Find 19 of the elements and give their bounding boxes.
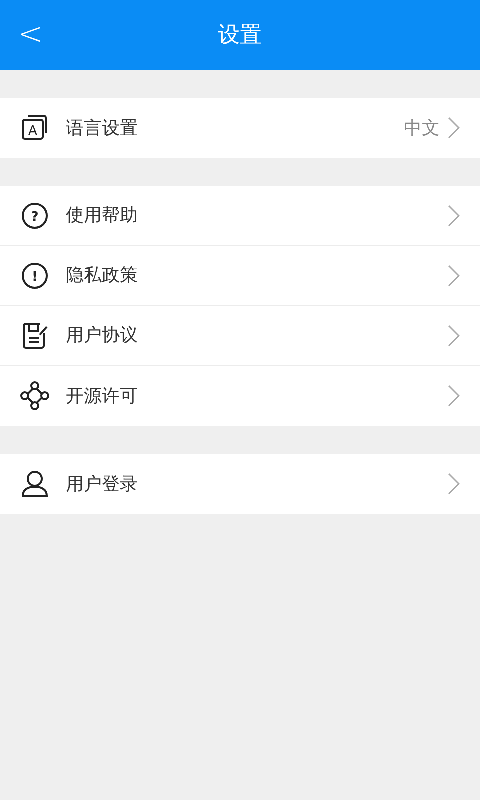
row-value: 中文 [404,116,440,140]
chevron-icon [448,204,460,226]
help-icon: ? [20,200,50,230]
row-label: 用户协议 [66,324,139,348]
row-label: 使用帮助 [66,204,139,228]
chevron-icon [448,324,460,346]
exclamation-circle-icon: ! [20,260,50,290]
chevron-icon [448,473,460,495]
document-pen-icon [20,320,50,350]
row-label: 语言设置 [66,116,139,140]
chevron-icon [448,117,460,139]
row-label: 开源许可 [66,384,139,408]
row-label: 用户登录 [66,472,139,496]
chevron-icon [448,264,460,286]
user-icon [20,469,50,499]
connected-nodes-icon [20,381,50,411]
page-title: 设置 [218,22,262,50]
row-label: 隐私政策 [66,264,139,288]
chevron-icon [448,385,460,407]
